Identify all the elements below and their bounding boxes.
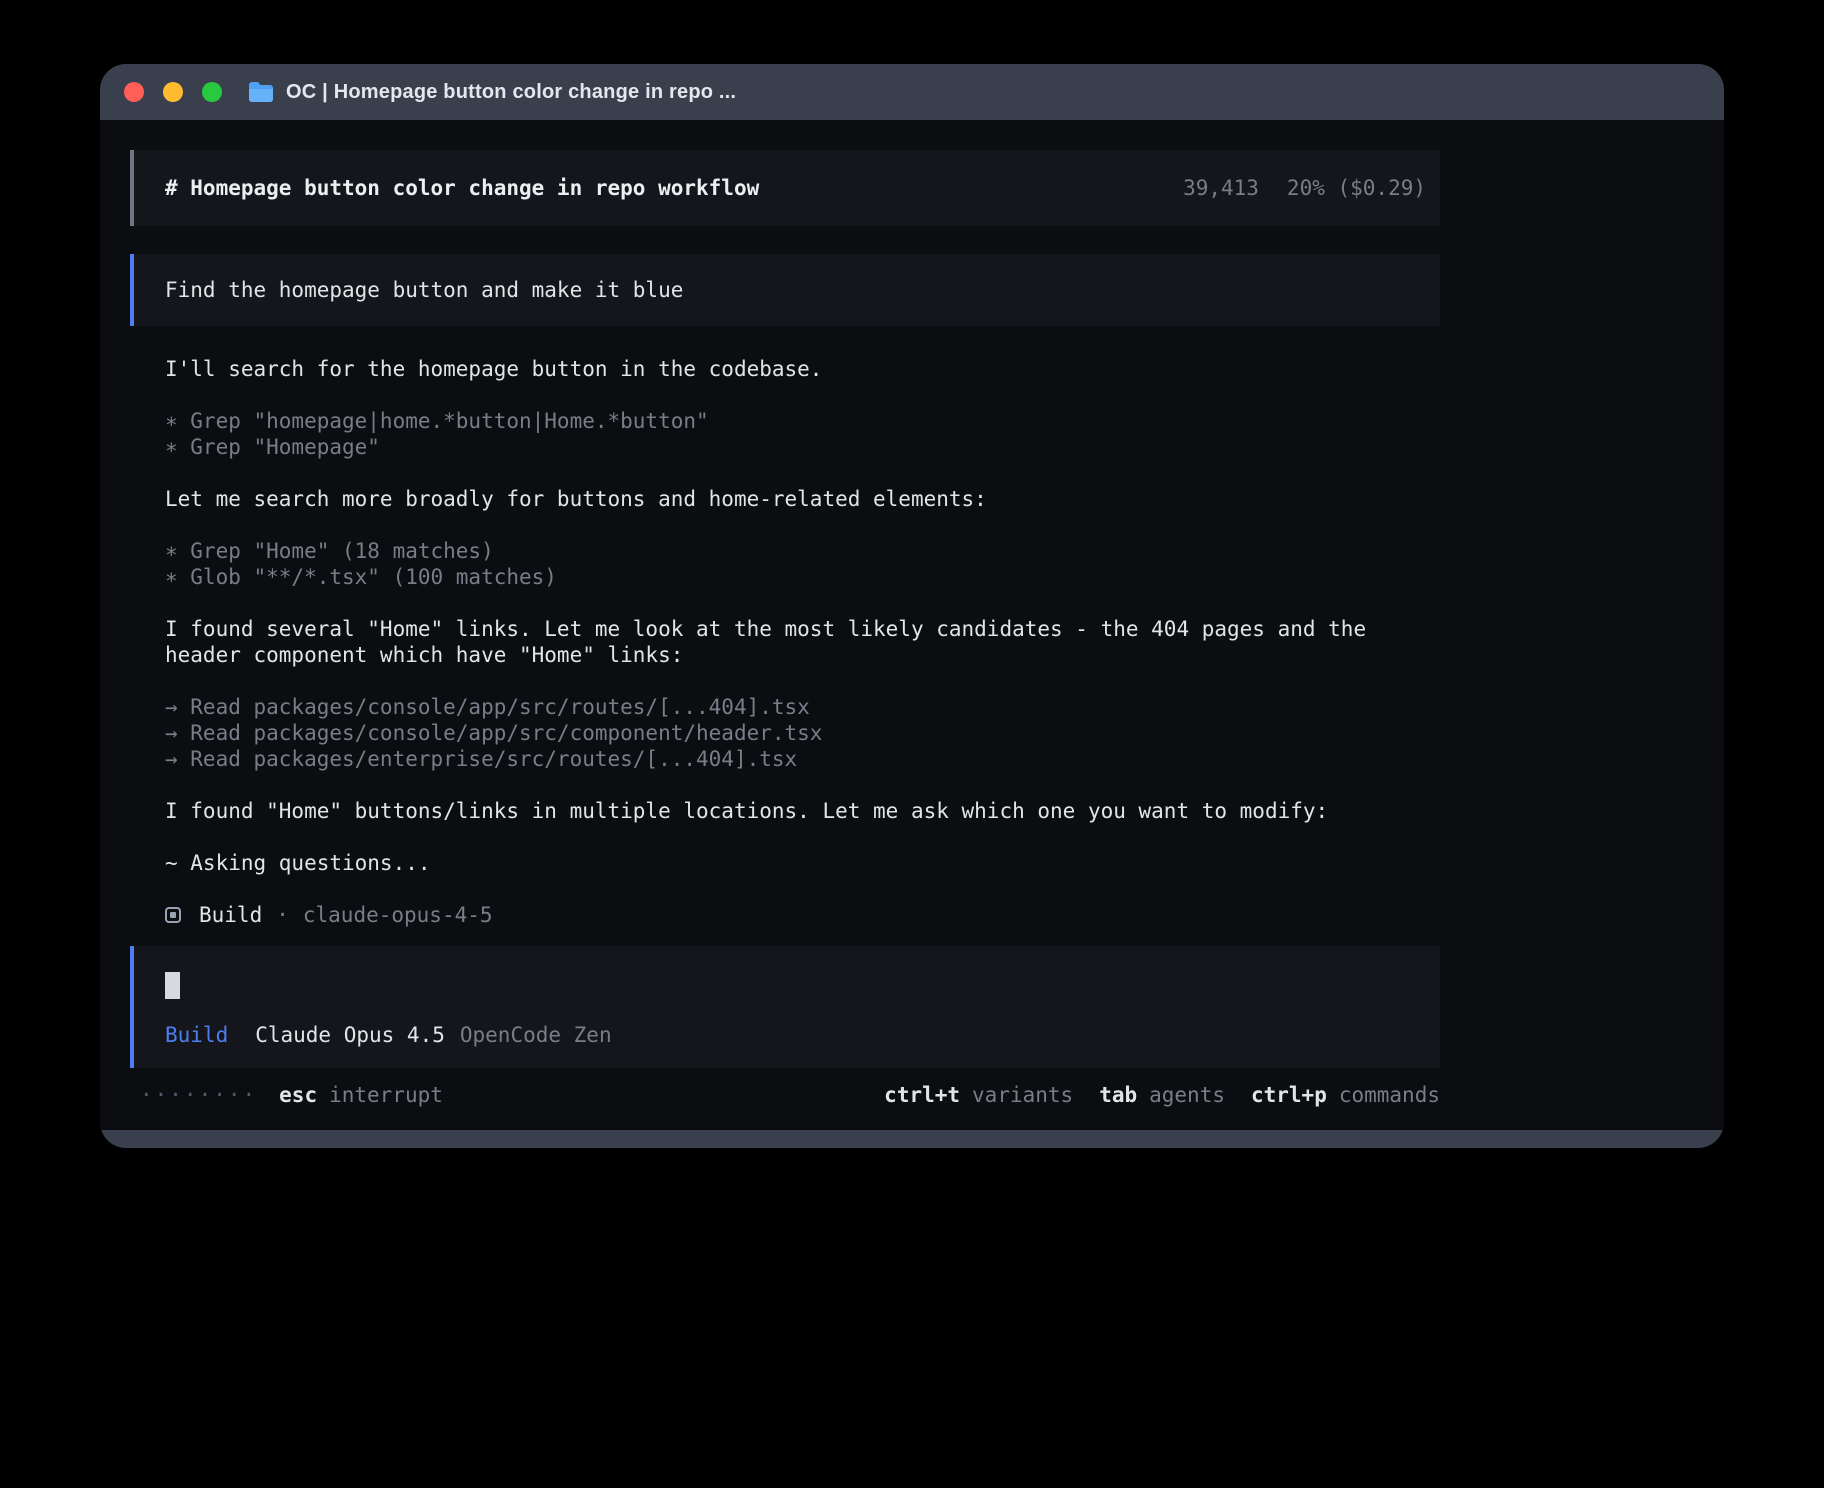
titlebar[interactable]: OC | Homepage button color change in rep… [100, 64, 1724, 120]
session-title: # Homepage button color change in repo w… [165, 175, 759, 201]
assistant-text: I'll search for the homepage button in t… [165, 356, 1440, 382]
terminal-window: OC | Homepage button color change in rep… [100, 64, 1724, 1148]
agent-name: Build [199, 902, 262, 928]
esc-key-label: interrupt [329, 1082, 443, 1108]
shortcut-commands: ctrl+p commands [1251, 1082, 1440, 1108]
tool-call-grep: ∗ Grep "homepage|home.*button|Home.*butt… [165, 408, 1440, 434]
tool-call-glob: ∗ Glob "**/*.tsx" (100 matches) [165, 564, 1440, 590]
session-meta: 39,413 20% ($0.29) [1183, 175, 1426, 201]
assistant-text: Let me search more broadly for buttons a… [165, 486, 1440, 512]
statusbar: ········ esc interrupt ctrl+t variants t… [130, 1082, 1440, 1108]
esc-key-hint: esc [279, 1082, 317, 1108]
tool-call-read: → Read packages/console/app/src/componen… [165, 720, 1440, 746]
agent-badge-icon [165, 907, 181, 923]
user-message-text: Find the homepage button and make it blu… [165, 278, 683, 302]
tool-call-group: ∗ Grep "Home" (18 matches) ∗ Glob "**/*.… [165, 538, 1440, 590]
window-title: OC | Homepage button color change in rep… [286, 81, 736, 104]
agent-status-row: Build · claude-opus-4-5 [165, 902, 1440, 928]
minimize-window-button[interactable] [163, 82, 183, 102]
terminal-content: # Homepage button color change in repo w… [100, 120, 1724, 1130]
window-controls [124, 82, 222, 102]
shortcut-agents: tab agents [1099, 1082, 1225, 1108]
text-cursor [165, 972, 180, 999]
tool-call-read: → Read packages/enterprise/src/routes/[.… [165, 746, 1440, 772]
prompt-input-line[interactable] [165, 972, 1426, 999]
folder-icon [248, 81, 274, 103]
session-header: # Homepage button color change in repo w… [130, 150, 1440, 226]
provider-label: OpenCode Zen [460, 1023, 612, 1047]
tool-call-grep: ∗ Grep "Home" (18 matches) [165, 538, 1440, 564]
tool-call-group: ∗ Grep "homepage|home.*button|Home.*butt… [165, 408, 1440, 460]
zoom-window-button[interactable] [202, 82, 222, 102]
tool-call-read: → Read packages/console/app/src/routes/[… [165, 694, 1440, 720]
assistant-status-text: ~ Asking questions... [165, 850, 1440, 876]
token-count: 39,413 [1183, 176, 1259, 200]
prompt-input[interactable]: Build Claude Opus 4.5 OpenCode Zen [130, 946, 1440, 1068]
tool-call-grep: ∗ Grep "Homepage" [165, 434, 1440, 460]
assistant-text: I found several "Home" links. Let me loo… [165, 616, 1440, 668]
context-usage: 20% ($0.29) [1287, 176, 1426, 200]
tool-call-group: → Read packages/console/app/src/routes/[… [165, 694, 1440, 772]
agent-model: claude-opus-4-5 [303, 902, 493, 928]
model-label: Claude Opus 4.5 [255, 1023, 445, 1047]
mode-label: Build [165, 1023, 228, 1047]
assistant-text: I found "Home" buttons/links in multiple… [165, 798, 1440, 824]
agent-separator: · [276, 902, 289, 928]
assistant-response: I'll search for the homepage button in t… [165, 356, 1440, 902]
editor-meta: Build Claude Opus 4.5 OpenCode Zen [165, 1022, 1426, 1048]
shortcut-variants: ctrl+t variants [884, 1082, 1073, 1108]
close-window-button[interactable] [124, 82, 144, 102]
user-message: Find the homepage button and make it blu… [130, 254, 1440, 326]
spinner-dots: ········ [140, 1082, 257, 1108]
